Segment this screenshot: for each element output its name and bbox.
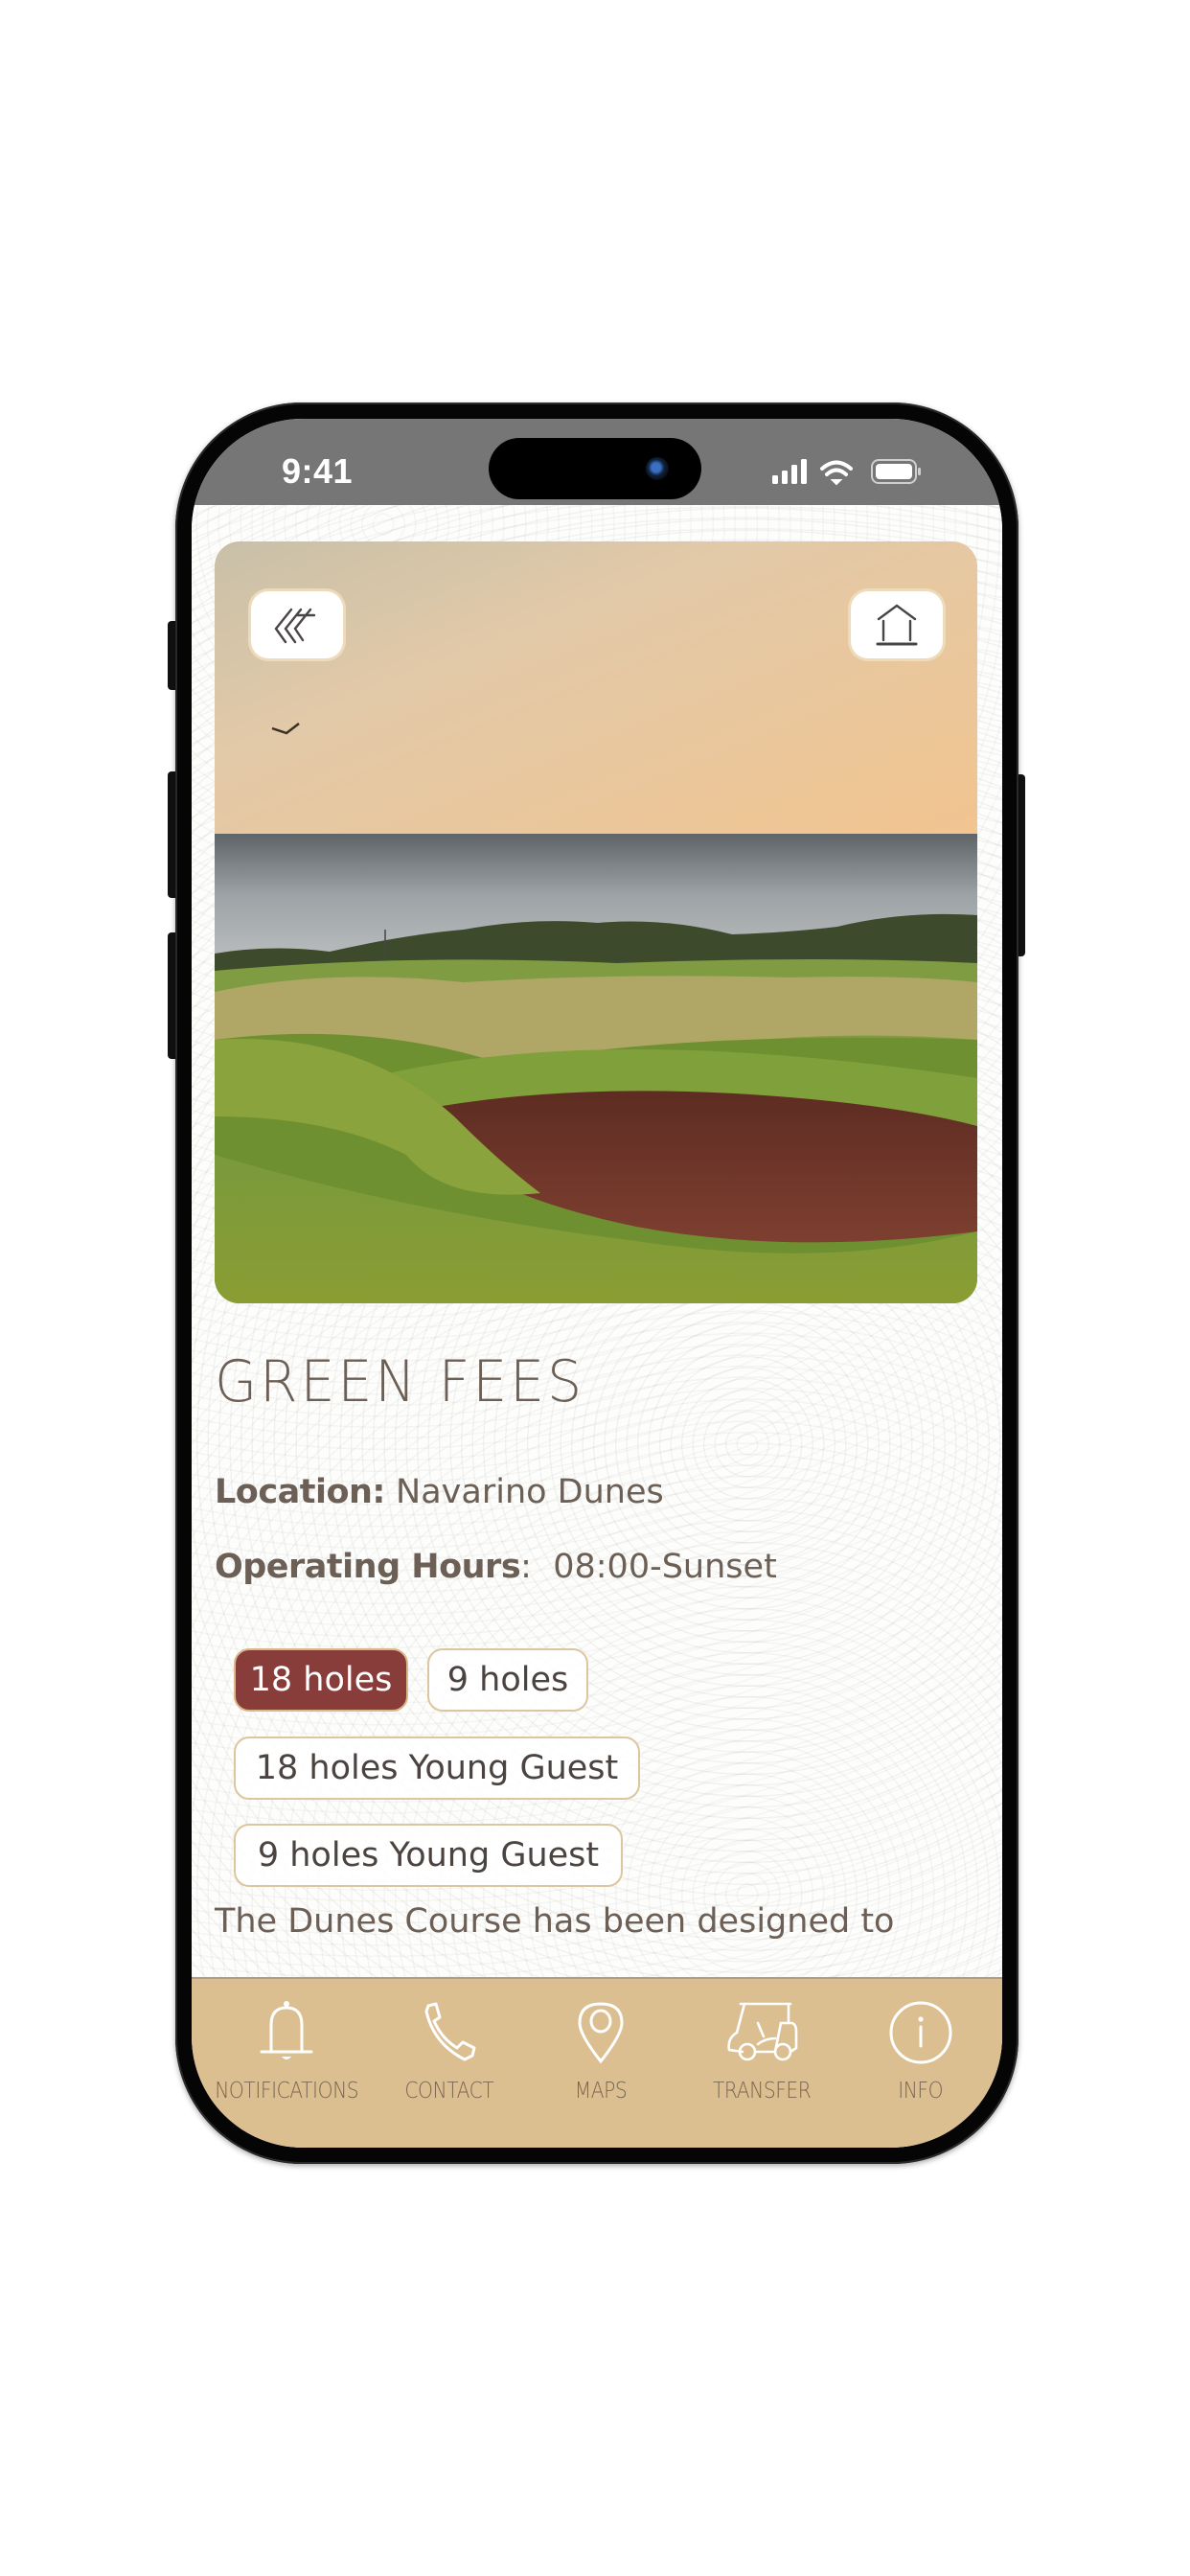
option-9-holes-young-guest[interactable]: 9 holes Young Guest — [234, 1824, 623, 1887]
location-label: Location: — [215, 1473, 385, 1511]
home-icon — [876, 604, 918, 646]
tab-transfer[interactable]: TRANSFER — [680, 1998, 843, 2104]
tab-label: CONTACT — [404, 2079, 494, 2104]
bottom-tab-bar: NOTIFICATIONS CONTACT MAPS TRANSFER INFO — [192, 1977, 1002, 2148]
bell-icon — [260, 2001, 313, 2059]
golf-cart-icon — [727, 2002, 798, 2061]
page-title: GREEN FEES — [215, 1348, 585, 1415]
option-label: 9 holes — [446, 1661, 569, 1699]
tab-info[interactable]: INFO — [849, 1998, 993, 2104]
wifi-icon — [820, 460, 853, 486]
home-button[interactable] — [851, 591, 943, 658]
option-18-holes-young-guest[interactable]: 18 holes Young Guest — [234, 1736, 640, 1800]
option-18-holes[interactable]: 18 holes — [234, 1648, 408, 1712]
tab-contact[interactable]: CONTACT — [378, 1998, 521, 2104]
hours-label: Operating Hours — [215, 1548, 521, 1586]
tab-label: TRANSFER — [712, 2079, 812, 2104]
map-pin-icon — [578, 2002, 624, 2064]
golf-course-photo — [215, 541, 977, 1303]
cellular-signal-icon — [772, 459, 807, 484]
battery-icon — [871, 459, 921, 484]
option-label: 18 holes Young Guest — [255, 1749, 619, 1787]
dynamic-island — [489, 438, 701, 499]
content-area: GREEN FEES Location: Navarino Dunes Oper… — [192, 505, 1002, 1977]
tab-notifications[interactable]: NOTIFICATIONS — [205, 1998, 368, 2104]
tab-label: MAPS — [574, 2079, 628, 2104]
location-line: Location: Navarino Dunes — [215, 1473, 664, 1511]
status-icons — [772, 459, 921, 486]
operating-hours-line: Operating Hours: 08:00-Sunset — [215, 1548, 777, 1586]
triple-chevron-left-icon — [274, 608, 316, 644]
hours-separator: : — [520, 1548, 532, 1586]
info-icon — [889, 2001, 952, 2064]
phone-icon — [424, 2002, 476, 2061]
status-bar: 9:41 — [192, 419, 1002, 505]
status-time: 9:41 — [282, 451, 354, 491]
tab-label: INFO — [898, 2079, 944, 2104]
option-label: 9 holes Young Guest — [257, 1836, 600, 1874]
option-label: 18 holes — [249, 1661, 393, 1699]
phone-screen: 9:41 GREEN FEES Location: Navarino Dunes… — [192, 419, 1002, 2148]
tab-label: NOTIFICATIONS — [215, 2079, 358, 2104]
front-camera — [646, 457, 669, 480]
back-button[interactable] — [251, 591, 343, 658]
location-value: Navarino Dunes — [396, 1473, 664, 1511]
option-9-holes[interactable]: 9 holes — [427, 1648, 588, 1712]
tab-maps[interactable]: MAPS — [538, 1998, 663, 2104]
hours-value: 08:00-Sunset — [553, 1548, 777, 1586]
course-description: The Dunes Course has been designed to — [215, 1902, 895, 1941]
